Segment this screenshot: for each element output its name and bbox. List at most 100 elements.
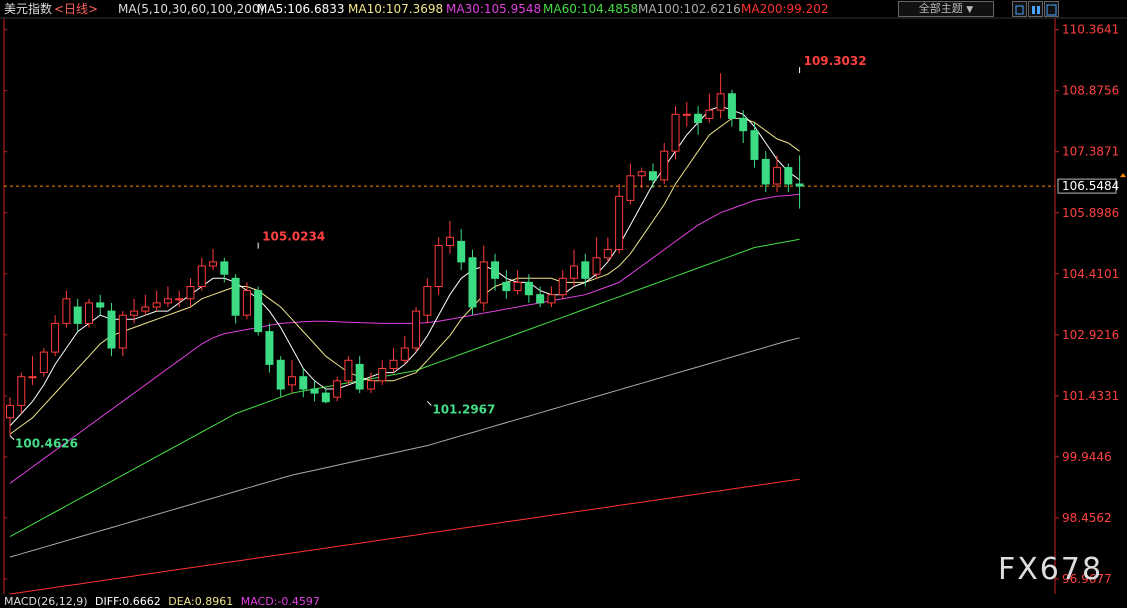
candle-body (107, 310, 116, 349)
macd-params: MACD(26,12,9) (4, 595, 88, 608)
chart-expand-icon[interactable] (1044, 1, 1059, 17)
candle-body (660, 150, 669, 181)
y-tick-label: 110.3641 (1062, 23, 1119, 37)
annotation-tick (427, 401, 432, 406)
candle-body (62, 298, 71, 324)
candle-body (197, 265, 206, 287)
candle-body (389, 359, 398, 369)
candle-body (468, 257, 477, 308)
candle-body (626, 175, 635, 201)
period-label[interactable]: <日线> (54, 0, 98, 18)
candle-body (648, 171, 657, 181)
annotation-label: 101.2967 (432, 402, 495, 416)
candle-body (265, 331, 274, 365)
candle-body (502, 281, 511, 292)
candle-body (603, 249, 612, 259)
ma5-line (9, 105, 800, 427)
candle-body (795, 183, 804, 187)
candle-body (321, 392, 330, 403)
theme-select-label: 全部主题 (918, 2, 963, 15)
ma200-value: MA200:99.202 (741, 2, 829, 16)
y-tick-label: 107.3871 (1062, 145, 1119, 159)
y-tick-label: 102.9216 (1062, 328, 1119, 342)
candlestick-chart[interactable]: 110.3641 108.8756 107.3871 105.8986 104.4101… (0, 0, 1127, 606)
current-price-label: 106.5484 (1062, 179, 1119, 193)
candle-body (457, 240, 466, 263)
candle-body (727, 93, 736, 119)
candle-body (739, 117, 748, 132)
candle-body (434, 245, 443, 287)
candle-body (682, 113, 691, 116)
chart-settings-icon[interactable] (1028, 1, 1043, 17)
candle-body (671, 113, 680, 152)
candle-body (637, 171, 646, 177)
theme-select-button[interactable]: 全部主题 ▼ (898, 1, 994, 17)
macd-value: MACD:-0.4597 (240, 595, 320, 608)
candle-body (491, 261, 500, 279)
candle-body (784, 167, 793, 185)
ma-params-label: MA(5,10,30,60,100,200) (118, 2, 265, 16)
annotation-label: 105.0234 (262, 230, 325, 244)
y-tick-label: 105.8986 (1062, 206, 1119, 220)
candle-body (445, 236, 454, 247)
candle-body (558, 277, 567, 296)
ma60-value: MA60:104.4858 (543, 2, 639, 16)
ma100-value: MA100:102.6216 (638, 2, 741, 16)
annotation-label: 100.4626 (15, 437, 78, 451)
annotation-label: 109.3032 (804, 54, 867, 68)
candle-body (750, 130, 759, 160)
candle-body (716, 93, 725, 111)
candle-body (73, 306, 82, 324)
chart-panel-icon[interactable] (1012, 1, 1027, 17)
candle-body (28, 376, 37, 379)
candle-body (761, 158, 770, 185)
candle-body (175, 298, 184, 301)
symbol-label: 美元指数 (4, 2, 53, 16)
y-tick-label: 108.8756 (1062, 84, 1119, 98)
candle-body (209, 261, 218, 267)
candle-body (705, 109, 714, 119)
candle-body (366, 380, 375, 390)
candle-body (276, 359, 285, 390)
candles (6, 73, 804, 436)
candle-body (694, 113, 703, 124)
candle-body (355, 363, 364, 390)
fx678-watermark: FX678 (998, 552, 1104, 587)
candle-body (96, 302, 105, 308)
candle-body (288, 376, 296, 386)
annotation-tick (9, 435, 15, 440)
candle-body (51, 322, 60, 353)
candle-body (152, 302, 161, 308)
candle-body (242, 290, 251, 316)
candle-body (423, 286, 432, 316)
candle-body (581, 261, 590, 279)
y-axis: 110.3641 108.8756 107.3871 105.8986 104.4101… (0, 17, 1127, 594)
chevron-down-icon: ▼ (966, 5, 974, 15)
candle-body (39, 351, 48, 374)
candle-body (17, 376, 26, 406)
macd-dea: DEA:0.8961 (168, 595, 234, 608)
candle-body (220, 261, 229, 275)
ma30-value: MA30:105.9548 (446, 2, 542, 16)
y-tick-label: 104.4101 (1062, 267, 1119, 281)
ma60-line (9, 238, 800, 538)
candle-body (344, 359, 353, 382)
settings-icon-glyph (1032, 6, 1040, 14)
candle-body (412, 310, 421, 349)
candle-body (615, 195, 624, 251)
ma10-value: MA10:107.3698 (348, 2, 444, 16)
candle-body (479, 261, 488, 304)
candle-body (547, 294, 556, 304)
candle-body (333, 380, 342, 398)
candle-body (231, 277, 240, 316)
candle-body (299, 376, 308, 390)
candle-body (524, 281, 533, 296)
ma100-line (9, 337, 800, 558)
candle-body (378, 368, 387, 382)
ma5-value: MA5:106.6833 (257, 2, 345, 16)
candle-body (536, 294, 545, 304)
y-tick-label: 101.4331 (1062, 389, 1119, 403)
candle-body (400, 347, 409, 361)
y-tick-label: 99.9446 (1062, 450, 1112, 464)
panel-icon-glyph (1015, 5, 1024, 15)
